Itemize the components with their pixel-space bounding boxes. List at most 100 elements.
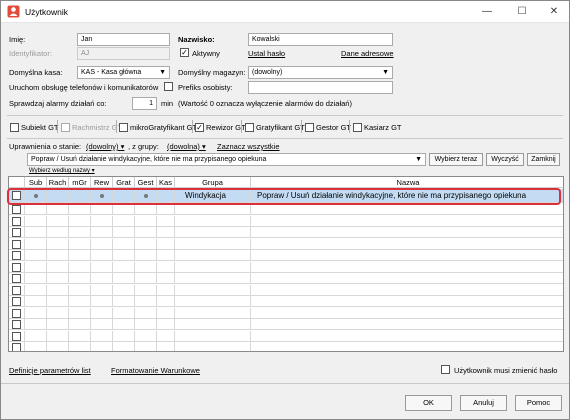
search-hint[interactable]: Wybierz według nazwy ▾ bbox=[29, 167, 95, 174]
table-cell[interactable] bbox=[91, 204, 113, 215]
grupa-dropdown[interactable]: (dowolna) ▾ bbox=[167, 142, 206, 151]
table-cell[interactable] bbox=[113, 342, 135, 351]
table-cell[interactable] bbox=[113, 330, 135, 342]
table-cell[interactable] bbox=[91, 342, 113, 351]
role-kasiarz[interactable]: Kasiarz GT bbox=[353, 121, 402, 133]
role-kasiarz-checkbox[interactable] bbox=[353, 122, 362, 132]
table-cell[interactable] bbox=[175, 330, 251, 342]
table-cell[interactable] bbox=[175, 215, 251, 227]
table-cell[interactable] bbox=[91, 319, 113, 330]
table-cell[interactable] bbox=[175, 319, 251, 330]
table-cell[interactable] bbox=[251, 296, 563, 307]
table-cell[interactable] bbox=[135, 215, 157, 227]
role-gratyfikant[interactable]: Gratyfikant GT bbox=[245, 121, 305, 133]
table-cell[interactable] bbox=[47, 238, 69, 250]
table-cell[interactable] bbox=[251, 216, 563, 227]
table-cell[interactable] bbox=[157, 342, 175, 351]
table-cell[interactable] bbox=[91, 296, 113, 307]
table-cell[interactable] bbox=[251, 273, 563, 284]
row-checkbox[interactable] bbox=[12, 251, 21, 260]
table-cell[interactable] bbox=[157, 284, 175, 296]
wybierz-teraz-button[interactable]: Wybierz teraz bbox=[429, 153, 483, 166]
role-gestor[interactable]: Gestor GT bbox=[305, 121, 351, 133]
table-cell[interactable] bbox=[25, 307, 47, 319]
column-header-grat[interactable]: Grat bbox=[113, 177, 135, 188]
table-cell[interactable] bbox=[251, 308, 563, 319]
table-cell[interactable] bbox=[25, 261, 47, 273]
table-row[interactable] bbox=[9, 227, 563, 238]
table-cell[interactable] bbox=[91, 227, 113, 238]
ok-button[interactable]: OK bbox=[405, 395, 452, 411]
table-cell[interactable] bbox=[113, 238, 135, 250]
role-subiekt[interactable]: Subiekt GT bbox=[10, 121, 59, 133]
table-cell[interactable] bbox=[47, 215, 69, 227]
table-cell[interactable] bbox=[157, 319, 175, 330]
table-cell[interactable] bbox=[251, 250, 563, 261]
table-cell[interactable] bbox=[251, 319, 563, 330]
column-header-sub[interactable]: Sub bbox=[25, 177, 47, 188]
column-header-nazwa[interactable]: Nazwa bbox=[251, 177, 563, 188]
table-cell[interactable] bbox=[69, 284, 91, 296]
table-cell[interactable] bbox=[113, 215, 135, 227]
table-cell[interactable] bbox=[113, 273, 135, 284]
wyczysc-button[interactable]: Wyczyść bbox=[486, 153, 524, 166]
table-row[interactable] bbox=[9, 342, 563, 351]
maximize-button[interactable]: ☐ bbox=[506, 1, 538, 23]
table-cell[interactable] bbox=[251, 331, 563, 342]
table-row[interactable] bbox=[9, 250, 563, 261]
row-checkbox[interactable] bbox=[12, 239, 21, 249]
table-cell[interactable] bbox=[25, 330, 47, 342]
row-checkbox[interactable] bbox=[12, 343, 21, 351]
table-cell[interactable] bbox=[47, 250, 69, 261]
row-checkbox[interactable] bbox=[12, 320, 21, 329]
table-cell[interactable] bbox=[9, 307, 25, 319]
table-cell[interactable] bbox=[69, 227, 91, 238]
table-cell[interactable] bbox=[157, 307, 175, 319]
table-cell[interactable] bbox=[175, 227, 251, 238]
row-checkbox[interactable] bbox=[12, 297, 21, 306]
table-cell[interactable] bbox=[113, 296, 135, 307]
table-cell[interactable] bbox=[113, 307, 135, 319]
table-row[interactable] bbox=[9, 319, 563, 330]
table-cell[interactable] bbox=[69, 261, 91, 273]
table-cell[interactable] bbox=[69, 296, 91, 307]
table-cell[interactable] bbox=[91, 261, 113, 273]
table-cell[interactable] bbox=[113, 227, 135, 238]
table-cell[interactable] bbox=[69, 215, 91, 227]
row-checkbox[interactable] bbox=[12, 308, 21, 318]
table-row[interactable] bbox=[9, 330, 563, 342]
table-cell[interactable] bbox=[113, 284, 135, 296]
table-cell[interactable] bbox=[157, 215, 175, 227]
table-cell[interactable] bbox=[47, 284, 69, 296]
alarmy-input[interactable]: 1 bbox=[132, 97, 157, 110]
table-cell[interactable] bbox=[113, 261, 135, 273]
table-cell[interactable] bbox=[9, 273, 25, 284]
telefony-checkbox[interactable] bbox=[164, 82, 173, 91]
table-cell[interactable] bbox=[69, 319, 91, 330]
row-checkbox[interactable] bbox=[12, 285, 21, 295]
table-cell[interactable] bbox=[91, 330, 113, 342]
imie-input[interactable]: Jan bbox=[77, 33, 170, 46]
table-row[interactable] bbox=[9, 215, 563, 227]
column-header-kas[interactable]: Kas bbox=[157, 177, 175, 188]
table-cell[interactable] bbox=[175, 238, 251, 250]
table-cell[interactable] bbox=[135, 307, 157, 319]
table-cell[interactable] bbox=[135, 273, 157, 284]
table-cell[interactable] bbox=[91, 284, 113, 296]
aktywny-checkbox[interactable]: ✓ bbox=[180, 48, 189, 57]
table-row[interactable] bbox=[9, 307, 563, 319]
table-cell[interactable] bbox=[113, 250, 135, 261]
table-cell[interactable] bbox=[157, 238, 175, 250]
table-cell[interactable] bbox=[135, 319, 157, 330]
table-row[interactable] bbox=[9, 261, 563, 273]
table-cell[interactable] bbox=[175, 296, 251, 307]
table-cell[interactable] bbox=[47, 227, 69, 238]
table-cell[interactable] bbox=[175, 250, 251, 261]
table-cell[interactable] bbox=[175, 261, 251, 273]
table-cell[interactable] bbox=[135, 296, 157, 307]
zamknij-button[interactable]: Zamknij bbox=[527, 153, 560, 166]
table-cell[interactable] bbox=[9, 204, 25, 215]
table-cell[interactable] bbox=[47, 330, 69, 342]
search-combobox[interactable]: Popraw / Usuń działanie windykacyjne, kt… bbox=[27, 153, 426, 166]
table-cell[interactable] bbox=[157, 296, 175, 307]
